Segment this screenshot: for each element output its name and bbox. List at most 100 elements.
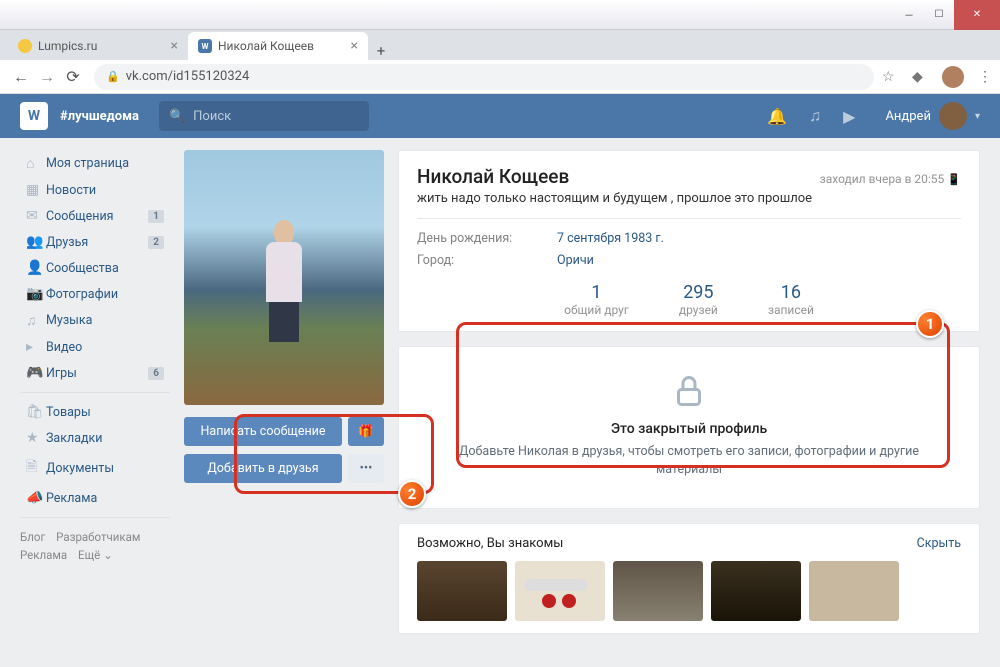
browser-tab-active[interactable]: W Николай Кощеев × — [188, 32, 368, 60]
extension-icon[interactable]: ◆ — [912, 69, 928, 85]
footer-link[interactable]: Ещё ⌄ — [78, 548, 113, 562]
more-actions-button[interactable]: ••• — [348, 454, 384, 483]
favicon-icon — [18, 39, 32, 53]
music-icon[interactable]: ♫ — [809, 106, 821, 126]
more-icon: ••• — [360, 461, 373, 476]
address-bar[interactable]: 🔒 vk.com/id155120324 — [94, 64, 874, 90]
gift-button[interactable]: 🎁 — [348, 417, 384, 446]
nav-forward-button[interactable]: → — [34, 67, 60, 87]
sidebar-label: Документы — [46, 461, 114, 476]
tab-title: Lumpics.ru — [38, 39, 97, 53]
suggestions-title: Возможно, Вы знакомы — [417, 536, 563, 551]
sidebar-label: Музыка — [46, 313, 92, 328]
profile-avatar-icon[interactable] — [942, 66, 964, 88]
profile-actions: Написать сообщение 🎁 Добавить в друзья •… — [184, 417, 384, 483]
sidebar-label: Товары — [46, 405, 91, 420]
doc-icon: 🗎 — [26, 456, 46, 480]
sidebar-label: Закладки — [46, 431, 103, 446]
tab-title: Николай Кощеев — [218, 39, 314, 53]
stat-item[interactable]: 16записей — [768, 282, 814, 317]
sidebar-label: Реклама — [46, 491, 97, 506]
favicon-icon: W — [198, 39, 212, 53]
sidebar-item-bookmarks[interactable]: ★Закладки — [20, 425, 170, 451]
video-play-icon[interactable]: ▶ — [843, 107, 855, 126]
profile-name: Николай Кощеев — [417, 165, 569, 188]
vk-logo-icon[interactable]: W — [20, 102, 48, 130]
user-avatar-icon — [939, 102, 967, 130]
footer-link[interactable]: Разработчикам — [56, 530, 140, 544]
sidebar-label: Новости — [46, 183, 96, 198]
sidebar-label: Фотографии — [46, 287, 118, 302]
suggestion-thumb[interactable] — [417, 561, 507, 621]
birthday-value[interactable]: 7 сентября 1983 г. — [557, 231, 664, 246]
sidebar-item-video[interactable]: ▸Видео — [20, 334, 170, 360]
separator — [20, 517, 170, 518]
bag-icon: 🛍 — [26, 404, 46, 420]
city-label: Город: — [417, 253, 557, 268]
lock-icon — [671, 373, 707, 409]
badge: 2 — [148, 236, 164, 249]
groups-icon: 👤 — [26, 260, 46, 276]
browser-menu-icon[interactable]: ⋮ — [978, 69, 992, 85]
music-icon: ♫ — [26, 312, 46, 329]
suggestions-hide-button[interactable]: Скрыть — [917, 536, 961, 551]
sidebar-item-communities[interactable]: 👤Сообщества — [20, 255, 170, 281]
new-tab-button[interactable]: + — [368, 42, 394, 60]
user-menu[interactable]: Андрей ▾ — [885, 102, 980, 130]
tab-close-icon[interactable]: × — [171, 38, 178, 54]
news-icon: ▦ — [26, 182, 46, 198]
suggestion-thumb[interactable] — [613, 561, 703, 621]
sidebar-item-profile[interactable]: ⌂Моя страница — [20, 150, 170, 177]
user-name: Андрей — [885, 109, 931, 124]
sidebar-item-games[interactable]: 🎮Игры6 — [20, 360, 170, 386]
sidebar-item-documents[interactable]: 🗎Документы — [20, 451, 170, 485]
stat-value: 16 — [768, 282, 814, 303]
megaphone-icon: 📣 — [26, 490, 46, 506]
suggestion-thumb[interactable] — [711, 561, 801, 621]
sidebar-label: Друзья — [46, 235, 88, 250]
window-close-button[interactable]: ✕ — [954, 0, 1000, 30]
stat-label: записей — [768, 303, 814, 317]
search-icon: 🔍 — [169, 109, 185, 124]
suggestion-thumb[interactable] — [809, 561, 899, 621]
sidebar-item-music[interactable]: ♫Музыка — [20, 307, 170, 334]
write-message-button[interactable]: Написать сообщение — [184, 417, 342, 446]
browser-tab[interactable]: Lumpics.ru × — [8, 32, 188, 60]
sidebar-label: Моя страница — [46, 156, 129, 171]
sidebar-label: Игры — [46, 366, 77, 381]
browser-toolbar: ← → ⟳ 🔒 vk.com/id155120324 ☆ ◆ ⋮ — [0, 60, 1000, 94]
window-minimize-button[interactable]: － — [894, 0, 924, 30]
stat-item[interactable]: 295друзей — [679, 282, 718, 317]
window-maximize-button[interactable]: ☐ — [924, 0, 954, 30]
profile-photo[interactable] — [184, 150, 384, 405]
sidebar-item-friends[interactable]: 👥Друзья2 — [20, 229, 170, 255]
sidebar-item-messages[interactable]: ✉Сообщения1 — [20, 203, 170, 229]
badge: 6 — [148, 367, 164, 380]
notifications-icon[interactable]: 🔔 — [767, 107, 787, 126]
profile-status: жить надо только настоящим и будущем , п… — [417, 191, 961, 206]
stat-item[interactable]: 1общий друг — [564, 282, 629, 317]
add-friend-button[interactable]: Добавить в друзья — [184, 454, 342, 483]
nav-back-button[interactable]: ← — [8, 67, 34, 87]
bookmark-star-icon[interactable]: ☆ — [882, 69, 898, 85]
tab-close-icon[interactable]: × — [351, 38, 358, 54]
url-text: vk.com/id155120324 — [126, 69, 250, 84]
camera-icon: 📷 — [26, 286, 46, 302]
profile-stats: 1общий друг 295друзей 16записей — [417, 282, 961, 317]
sidebar-item-news[interactable]: ▦Новости — [20, 177, 170, 203]
window-titlebar: － ☐ ✕ — [0, 0, 1000, 30]
badge: 1 — [148, 210, 164, 223]
vk-hashtag[interactable]: #лучшедома — [60, 109, 139, 124]
message-icon: ✉ — [26, 208, 46, 224]
profile-info-card: Николай Кощеев заходил вчера в 20:55📱 жи… — [398, 150, 980, 332]
sidebar-item-market[interactable]: 🛍Товары — [20, 399, 170, 425]
city-value[interactable]: Оричи — [557, 253, 594, 268]
footer-link[interactable]: Реклама — [20, 548, 67, 562]
search-input[interactable]: 🔍 Поиск — [159, 101, 369, 131]
sidebar-item-ads[interactable]: 📣Реклама — [20, 485, 170, 511]
stat-value: 295 — [679, 282, 718, 303]
nav-reload-button[interactable]: ⟳ — [60, 67, 86, 86]
footer-link[interactable]: Блог — [20, 530, 45, 544]
suggestion-thumb[interactable] — [515, 561, 605, 621]
sidebar-item-photos[interactable]: 📷Фотографии — [20, 281, 170, 307]
